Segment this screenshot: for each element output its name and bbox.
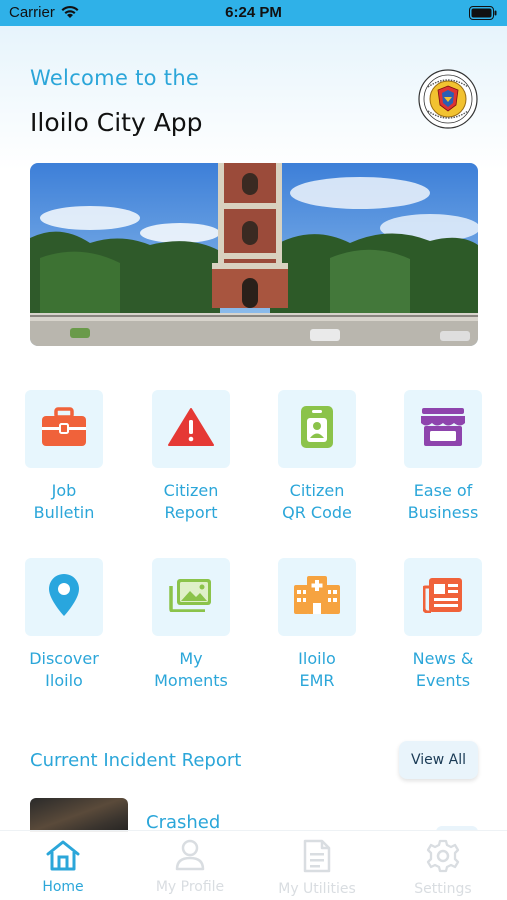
tab-label: My Utilities: [278, 881, 356, 897]
menu-label: Citizen QR Code: [282, 481, 352, 522]
menu-label: My Moments: [154, 649, 228, 690]
incident-thumbnail: [30, 798, 128, 832]
hospital-icon: [293, 575, 341, 619]
menu-tile: [278, 558, 356, 636]
gear-icon: [426, 839, 460, 877]
menu-tile: [404, 558, 482, 636]
tab-label: My Profile: [155, 879, 225, 895]
home-icon: [45, 840, 81, 875]
clock-time: 6:24 PM: [225, 4, 282, 21]
section-title-incident-report: Current Incident Report: [30, 750, 242, 771]
tab-label: Settings: [414, 881, 472, 897]
document-icon: [302, 839, 332, 877]
menu-label: News & Events: [412, 649, 474, 690]
welcome-text: Welcome to the: [30, 66, 200, 90]
menu-tile: [404, 390, 482, 468]
battery-icon: [469, 6, 497, 24]
city-seal-logo: [418, 69, 478, 129]
menu-news-events[interactable]: News & Events: [388, 558, 498, 692]
user-icon: [174, 839, 206, 875]
menu-label: Discover Iloilo: [29, 649, 99, 690]
incident-card[interactable]: Crashed: [30, 798, 478, 832]
tab-settings[interactable]: Settings: [393, 839, 493, 897]
briefcase-icon: [41, 407, 87, 451]
tab-label: Home: [42, 879, 84, 895]
id-badge-icon: [300, 405, 334, 453]
tab-my-utilities[interactable]: My Utilities: [267, 839, 367, 897]
menu-tile: [25, 558, 103, 636]
menu-label: Citizen Report: [163, 481, 219, 522]
status-bar: Carrier 6:24 PM: [0, 0, 507, 26]
menu-label: Job Bulletin: [33, 481, 95, 522]
bottom-tab-bar: Home My Profile My Utilities Settings: [0, 830, 507, 900]
menu-ease-of-business[interactable]: Ease of Business: [388, 390, 498, 524]
menu-tile: [278, 390, 356, 468]
menu-iloilo-emr[interactable]: Iloilo EMR: [262, 558, 372, 692]
menu-citizen-report[interactable]: Citizen Report: [136, 390, 246, 524]
location-pin-icon: [47, 572, 81, 622]
tab-my-profile[interactable]: My Profile: [140, 839, 240, 895]
menu-label: Iloilo EMR: [298, 649, 336, 690]
warning-icon: [168, 407, 214, 451]
incident-title: Crashed: [146, 812, 221, 832]
tab-home[interactable]: Home: [13, 839, 113, 895]
menu-citizen-qr-code[interactable]: Citizen QR Code: [262, 390, 372, 524]
photo-album-icon: [169, 578, 213, 616]
hero-image-plaza: [30, 163, 478, 346]
menu-tile: [152, 558, 230, 636]
menu-my-moments[interactable]: My Moments: [136, 558, 246, 692]
menu-tile: [152, 390, 230, 468]
menu-tile: [25, 390, 103, 468]
menu-label: Ease of Business: [407, 481, 479, 522]
newspaper-icon: [422, 577, 463, 617]
page-title: Iloilo City App: [30, 108, 203, 137]
storefront-icon: [420, 407, 466, 451]
menu-discover-iloilo[interactable]: Discover Iloilo: [9, 558, 119, 692]
view-all-button[interactable]: View All: [399, 741, 478, 779]
menu-job-bulletin[interactable]: Job Bulletin: [9, 390, 119, 524]
